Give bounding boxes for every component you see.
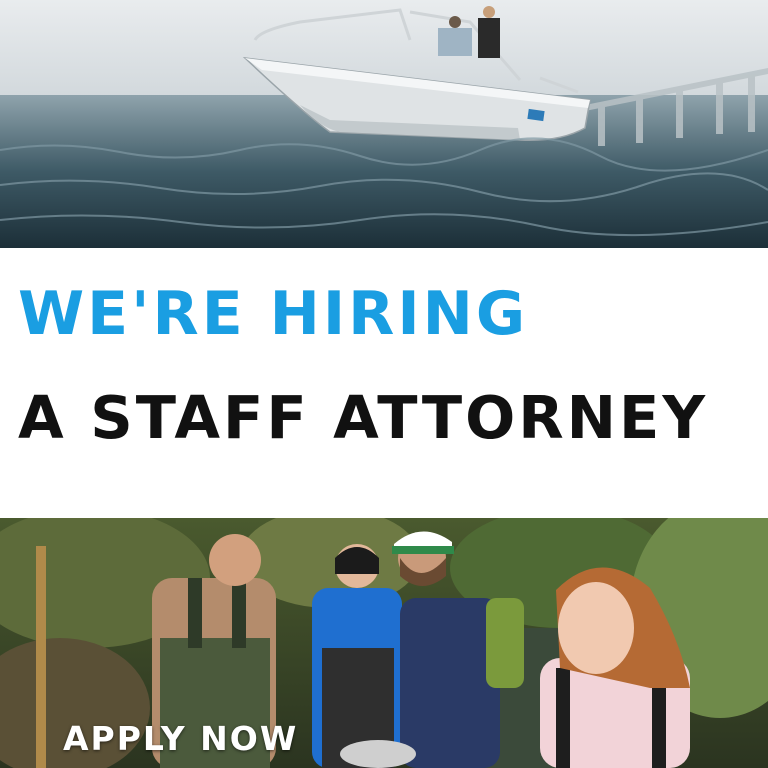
headline-banner: WE'RE HIRING A STAFF ATTORNEY: [0, 248, 768, 518]
headline-position: A STAFF ATTORNEY: [18, 383, 709, 452]
wooden-stake: [36, 546, 46, 768]
bucket: [340, 740, 416, 768]
boat-photo: [0, 0, 768, 248]
boat-scene-illustration: [0, 0, 768, 248]
headline-hiring: WE'RE HIRING: [18, 279, 529, 349]
apply-now-button[interactable]: APPLY NOW: [63, 722, 298, 755]
